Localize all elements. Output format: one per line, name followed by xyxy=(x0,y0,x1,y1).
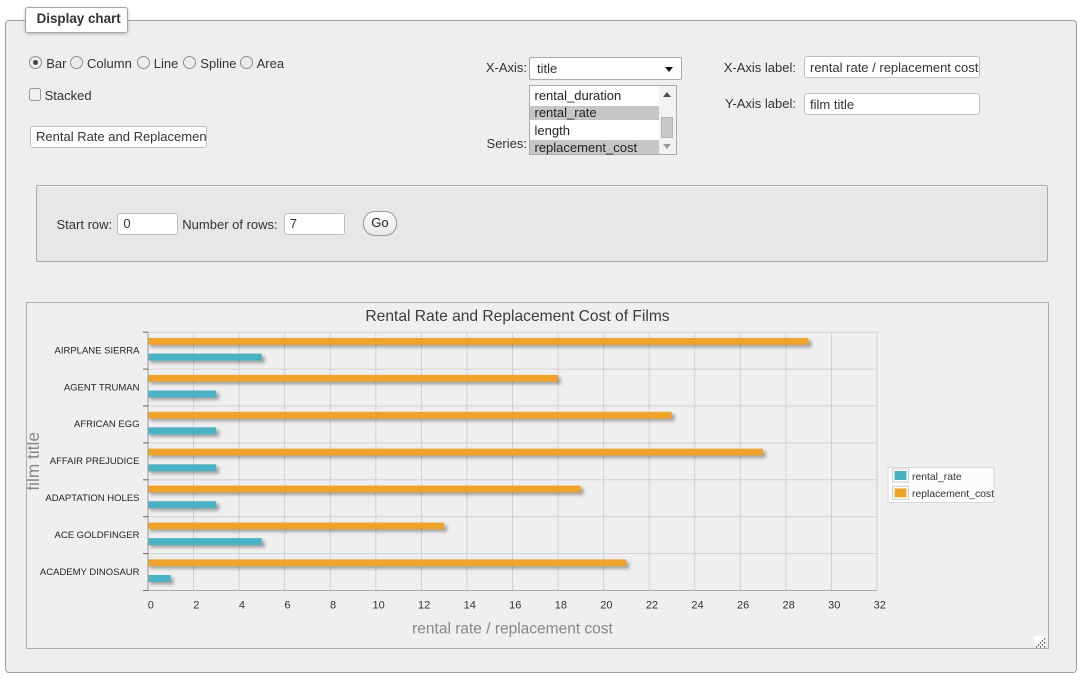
svg-text:16: 16 xyxy=(509,599,521,611)
svg-text:film title: film title xyxy=(27,432,43,491)
svg-text:replacement_cost: replacement_cost xyxy=(912,489,994,500)
svg-text:AFFAIR PREJUDICE: AFFAIR PREJUDICE xyxy=(50,456,140,467)
svg-text:2: 2 xyxy=(193,599,199,611)
svg-text:30: 30 xyxy=(828,599,840,611)
svg-text:4: 4 xyxy=(239,599,245,611)
svg-text:ADAPTATION HOLES: ADAPTATION HOLES xyxy=(45,492,139,503)
svg-text:22: 22 xyxy=(646,599,658,611)
svg-text:AFRICAN EGG: AFRICAN EGG xyxy=(74,419,139,430)
svg-text:12: 12 xyxy=(418,599,430,611)
svg-text:ACE GOLDFINGER: ACE GOLDFINGER xyxy=(55,529,140,540)
svg-text:18: 18 xyxy=(555,599,567,611)
svg-text:6: 6 xyxy=(284,599,290,611)
svg-text:32: 32 xyxy=(874,599,886,611)
svg-text:Rental Rate and Replacement Co: Rental Rate and Replacement Cost of Film… xyxy=(365,307,669,324)
svg-text:28: 28 xyxy=(783,599,795,611)
svg-text:0: 0 xyxy=(148,599,154,611)
svg-text:10: 10 xyxy=(372,599,384,611)
svg-text:rental rate / replacement cost: rental rate / replacement cost xyxy=(412,620,613,637)
svg-text:14: 14 xyxy=(464,599,476,611)
svg-text:24: 24 xyxy=(691,599,703,611)
svg-text:26: 26 xyxy=(737,599,749,611)
svg-text:AIRPLANE SIERRA: AIRPLANE SIERRA xyxy=(55,345,141,356)
svg-text:20: 20 xyxy=(600,599,612,611)
svg-text:rental_rate: rental_rate xyxy=(912,471,962,482)
svg-text:8: 8 xyxy=(330,599,336,611)
svg-text:ACADEMY DINOSAUR: ACADEMY DINOSAUR xyxy=(40,566,140,577)
svg-text:AGENT TRUMAN: AGENT TRUMAN xyxy=(64,382,140,393)
